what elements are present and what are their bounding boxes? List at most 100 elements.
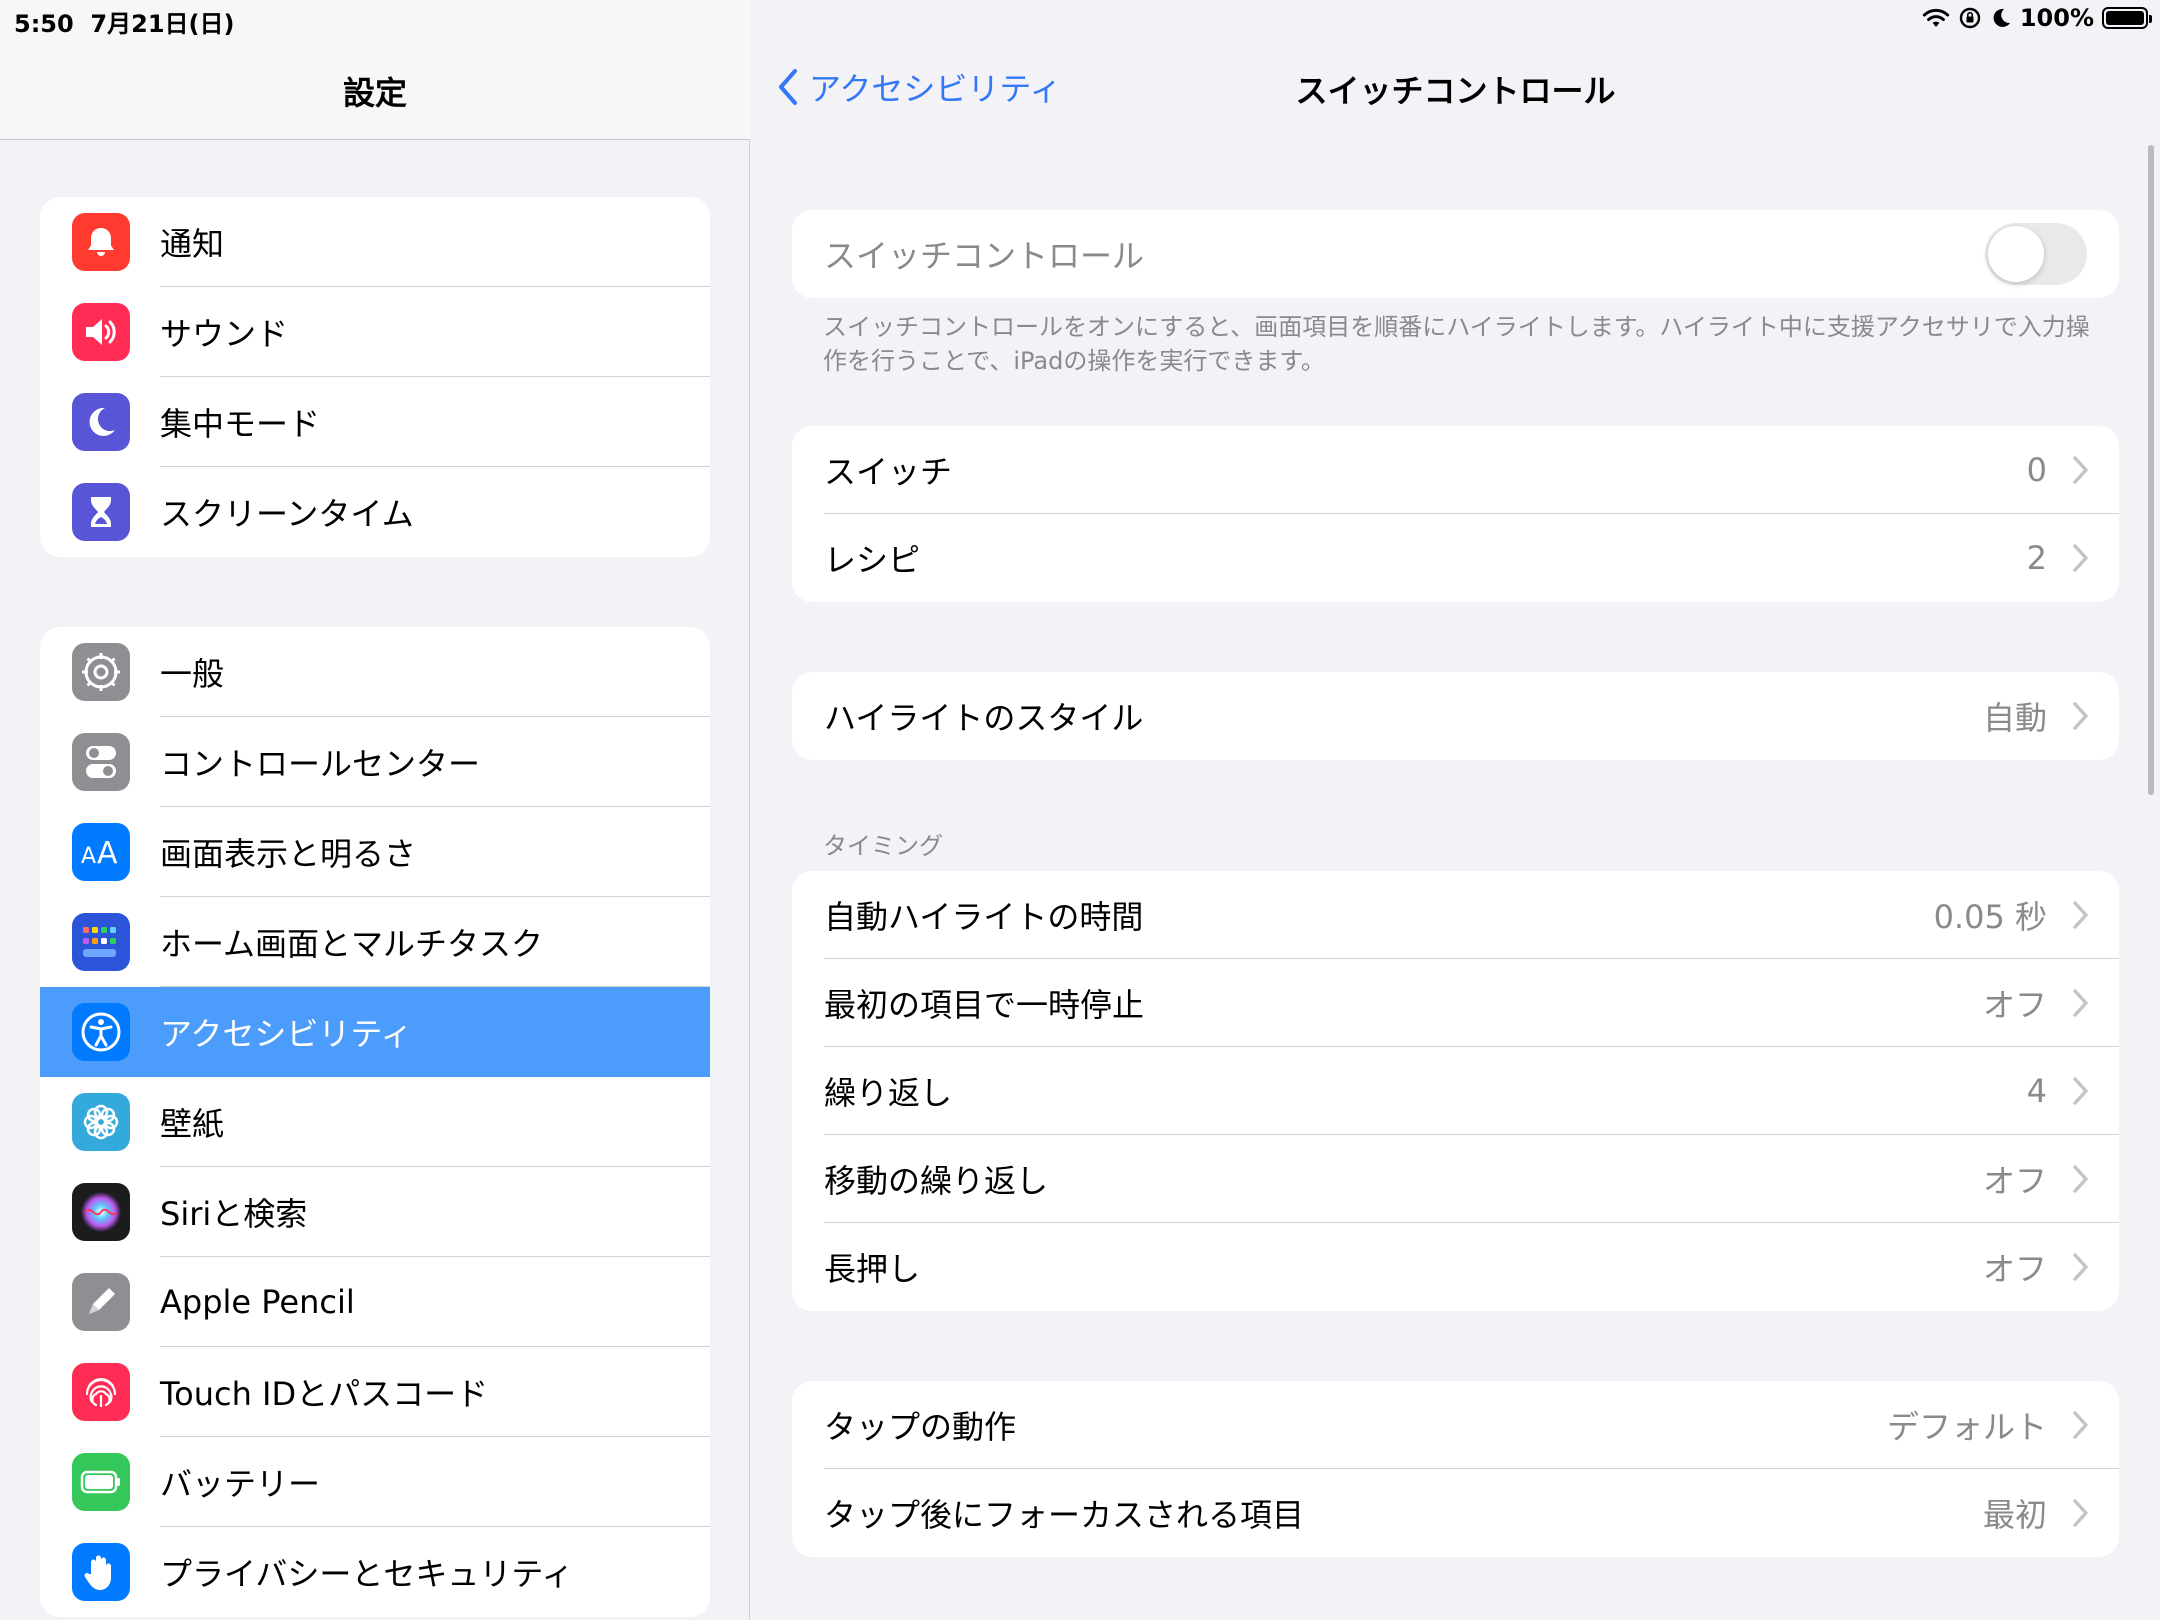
timing-row[interactable]: 移動の繰り返し オフ: [792, 1135, 2119, 1223]
sidebar-item-flower[interactable]: 壁紙: [40, 1077, 710, 1167]
tap-label: タップの動作: [824, 1408, 1017, 1446]
sidebar-item-label: バッテリー: [160, 1465, 321, 1503]
tap-group: タップの動作 デフォルトタップ後にフォーカスされる項目 最初: [792, 1381, 2119, 1557]
switches-row[interactable]: スイッチ 0: [792, 426, 2119, 514]
chevron-right-icon: [2073, 1077, 2088, 1105]
timing-label: 最初の項目で一時停止: [824, 986, 1145, 1024]
switches-row[interactable]: レシピ 2: [792, 514, 2119, 602]
battery-icon: [72, 1453, 130, 1511]
switches-value: 0: [2026, 451, 2047, 489]
sidebar-item-battery[interactable]: バッテリー: [40, 1437, 710, 1527]
speaker-icon: [72, 303, 130, 361]
switch-control-toggle-group: スイッチコントロール: [792, 210, 2119, 298]
timing-row[interactable]: 最初の項目で一時停止 オフ: [792, 959, 2119, 1047]
sidebar-item-label: 通知: [160, 225, 225, 263]
timing-row[interactable]: 長押し オフ: [792, 1223, 2119, 1311]
moon-icon: [72, 393, 130, 451]
fingerprint-icon: [72, 1363, 130, 1421]
sidebar-item-hand[interactable]: プライバシーとセキュリティ: [40, 1527, 710, 1617]
sidebar-item-label: ホーム画面とマルチタスク: [160, 925, 544, 963]
sidebar-item-pencil[interactable]: Apple Pencil: [40, 1257, 710, 1347]
switch-control-row: スイッチコントロール: [792, 210, 2119, 298]
tap-row[interactable]: タップの動作 デフォルト: [792, 1381, 2119, 1469]
sidebar-item-label: アクセシビリティ: [160, 1015, 413, 1053]
sidebar-item-home-grid[interactable]: ホーム画面とマルチタスク: [40, 897, 710, 987]
status-bar: 5:50 7月21日(日) 100%: [0, 0, 2160, 40]
sidebar-group-2: 一般コントロールセンター A A 画面表示と明るさホーム画面とマルチタスク アクセシビリ…: [40, 627, 710, 1617]
highlight-style-value: 自動: [1982, 699, 2047, 737]
home-grid-icon: [72, 913, 130, 971]
chevron-right-icon: [2073, 456, 2088, 484]
chevron-right-icon: [2073, 702, 2088, 730]
switches-label: スイッチ: [824, 453, 953, 491]
toggle-knob: [1988, 226, 2044, 282]
chevron-right-icon: [2073, 1165, 2088, 1193]
timing-label: 繰り返し: [824, 1074, 953, 1112]
chevron-right-icon: [2073, 1411, 2088, 1439]
highlight-style-row[interactable]: ハイライトのスタイル 自動: [792, 672, 2119, 760]
sidebar-item-label: 画面表示と明るさ: [160, 835, 417, 873]
sidebar-item-label: Apple Pencil: [160, 1283, 355, 1321]
svg-text:A: A: [97, 836, 118, 869]
timing-value: オフ: [1982, 1250, 2047, 1288]
sidebar-item-bell[interactable]: 通知: [40, 197, 710, 287]
sidebar-item-accessibility[interactable]: アクセシビリティ: [40, 987, 710, 1077]
hand-icon: [72, 1543, 130, 1601]
chevron-right-icon: [2073, 1253, 2088, 1281]
tap-value: デフォルト: [1886, 1408, 2047, 1446]
switches-value: 2: [2026, 539, 2047, 577]
chevron-right-icon: [2073, 1499, 2088, 1527]
switches-group: スイッチ 0 レシピ 2: [792, 426, 2119, 602]
sidebar-group-1: 通知サウンド集中モードスクリーンタイム: [40, 197, 710, 557]
battery-percent: 100%: [2019, 4, 2094, 32]
timing-value: オフ: [1982, 1162, 2047, 1200]
timing-section-header: タイミング: [823, 832, 943, 860]
tap-label: タップ後にフォーカスされる項目: [824, 1496, 1305, 1534]
sidebar-item-siri[interactable]: Siriと検索: [40, 1167, 710, 1257]
timing-label: 長押し: [824, 1250, 921, 1288]
battery-icon: [2102, 7, 2152, 29]
sidebar-item-label: スクリーンタイム: [160, 495, 414, 533]
accessibility-icon: [72, 1003, 130, 1061]
switches-label: レシピ: [824, 541, 921, 579]
detail-pane: アクセシビリティ スイッチコントロール スイッチコントロール スイッチコントロー…: [751, 0, 2160, 1620]
chevron-right-icon: [2073, 544, 2088, 572]
timing-value: 0.05 秒: [1933, 898, 2047, 936]
timing-value: オフ: [1982, 986, 2047, 1024]
sidebar-item-label: サウンド: [160, 315, 289, 353]
sidebar-item-fingerprint[interactable]: Touch IDとパスコード: [40, 1347, 710, 1437]
chevron-right-icon: [2073, 989, 2088, 1017]
timing-row[interactable]: 繰り返し 4: [792, 1047, 2119, 1135]
orientation-lock-icon: [1959, 7, 1981, 29]
scroll-indicator[interactable]: [2148, 145, 2154, 795]
toggles-icon: [72, 733, 130, 791]
gear-icon: [72, 643, 130, 701]
switch-control-toggle[interactable]: [1985, 223, 2087, 285]
timing-label: 移動の繰り返し: [824, 1162, 1049, 1200]
sidebar-item-label: コントロールセンター: [160, 745, 481, 783]
svg-text:A: A: [81, 844, 96, 869]
sidebar-title: 設定: [342, 74, 407, 112]
page-title: スイッチコントロール: [1295, 72, 1616, 110]
sidebar-item-moon[interactable]: 集中モード: [40, 377, 710, 467]
sidebar-item-text-size[interactable]: A A 画面表示と明るさ: [40, 807, 710, 897]
flower-icon: [72, 1093, 130, 1151]
sidebar-item-label: プライバシーとセキュリティ: [160, 1555, 574, 1593]
sidebar-item-hourglass[interactable]: スクリーンタイム: [40, 467, 710, 557]
sidebar-item-toggles[interactable]: コントロールセンター: [40, 717, 710, 807]
sidebar-item-speaker[interactable]: サウンド: [40, 287, 710, 377]
sidebar-item-label: Touch IDとパスコード: [160, 1375, 489, 1413]
text-size-icon: AA: [72, 823, 130, 881]
status-time: 5:50 7月21日(日): [14, 4, 234, 39]
timing-value: 4: [2026, 1072, 2047, 1110]
tap-row[interactable]: タップ後にフォーカスされる項目 最初: [792, 1469, 2119, 1557]
sidebar-item-gear[interactable]: 一般: [40, 627, 710, 717]
chevron-right-icon: [2073, 901, 2088, 929]
tap-value: 最初: [1982, 1496, 2047, 1534]
sidebar-item-label: 壁紙: [160, 1105, 225, 1143]
sidebar-item-label: 一般: [160, 655, 225, 693]
timing-row[interactable]: 自動ハイライトの時間 0.05 秒: [792, 871, 2119, 959]
moon-status-icon: [1993, 8, 2010, 27]
highlight-group: ハイライトのスタイル 自動: [792, 672, 2119, 760]
siri-icon: [72, 1183, 130, 1241]
